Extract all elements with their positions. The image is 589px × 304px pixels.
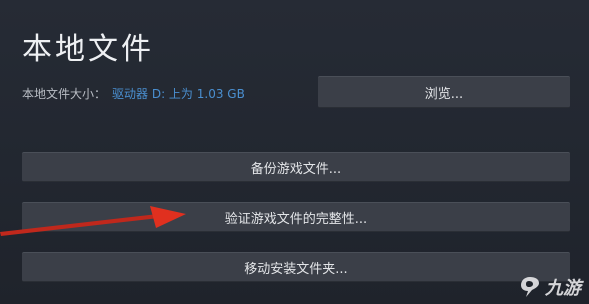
local-file-size-label: 本地文件大小： [22,87,107,101]
local-file-size-row: 本地文件大小： 驱动器 D: 上为 1.03 GB [22,86,245,102]
watermark: 九游 [518,274,581,300]
move-install-folder-button[interactable]: 移动安装文件夹... [22,252,570,282]
page-title: 本地文件 [22,32,154,67]
backup-game-files-button[interactable]: 备份游戏文件... [22,152,570,182]
red-arrow-icon [0,206,186,236]
watermark-text: 九游 [545,278,581,299]
local-file-size-value: 驱动器 D: 上为 1.03 GB [112,87,245,101]
browse-button[interactable]: 浏览... [318,76,570,108]
jiuyou-logo-icon [521,277,539,297]
